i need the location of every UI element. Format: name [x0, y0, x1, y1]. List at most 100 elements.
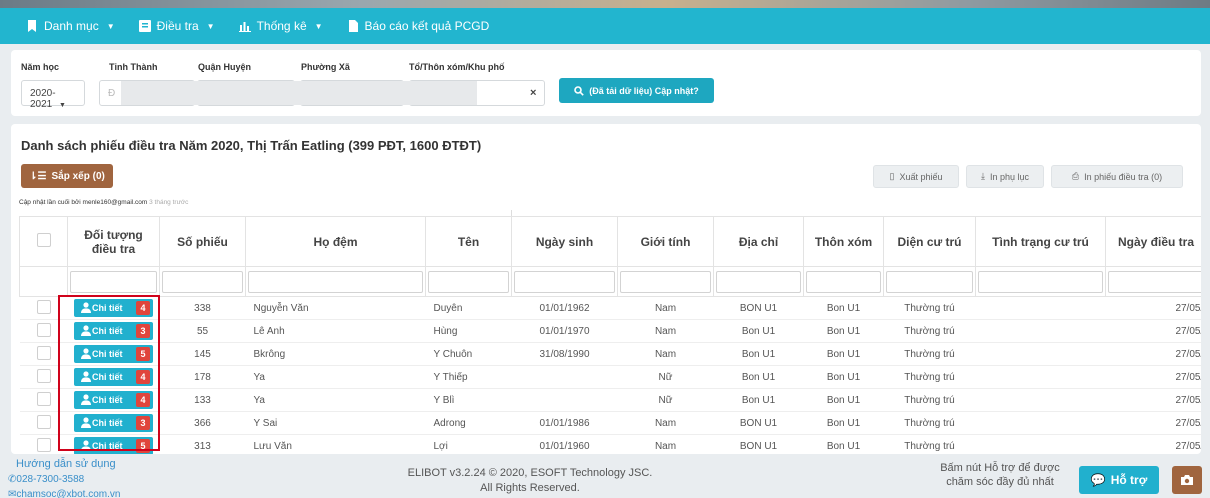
support-button[interactable]: 💬 Hỗ trợ — [1079, 466, 1159, 494]
file-icon: ▯ — [889, 171, 895, 181]
row-checkbox[interactable] — [36, 368, 51, 383]
help-link[interactable]: Hướng dẫn sử dụng — [16, 458, 116, 470]
sort-button-label: Sắp xếp (0) — [51, 170, 105, 182]
cell-ten: Y Thiếp — [425, 365, 512, 389]
row-checkbox[interactable] — [36, 437, 51, 452]
caret-down-icon: ▼ — [106, 21, 115, 31]
nav-label: Danh mục — [44, 19, 99, 33]
row-checkbox-cell — [19, 296, 68, 320]
bar-chart-icon — [238, 22, 251, 32]
column-filter-input[interactable] — [514, 270, 615, 293]
redacted-area — [121, 81, 477, 105]
camera-button[interactable] — [1172, 466, 1202, 494]
print-appendix-button[interactable]: ⤓ In phụ lục — [966, 165, 1044, 188]
cell-dien-cu-tru: Thường trú — [883, 296, 976, 320]
select-all-checkbox[interactable] — [36, 233, 51, 247]
detail-button[interactable]: Chi tiết 4 — [74, 391, 153, 409]
cell-ho-dem: Ya — [245, 388, 426, 412]
cell-thon-xom: Bon U1 — [803, 411, 884, 435]
column-header[interactable]: Ngày điều tra — [1105, 216, 1201, 267]
cell-gioi-tinh: Nam — [617, 434, 714, 454]
row-checkbox[interactable] — [36, 391, 51, 406]
clear-icon[interactable]: × — [530, 87, 536, 99]
table-header-row: Đối tượng điều tra Số phiếu Họ đệm Tên N… — [19, 216, 1201, 267]
print-survey-button[interactable]: ⎙ In phiếu điều tra (0) — [1051, 165, 1183, 188]
column-filter-input[interactable] — [620, 270, 711, 293]
column-header[interactable]: Tên — [425, 216, 512, 267]
phone-contact[interactable]: ✆028-7300-3588 — [8, 474, 84, 485]
copyright-line-2: All Rights Reserved. — [480, 482, 580, 494]
table-row[interactable]: Chi tiết 4 133 Ya Y Blì Nữ Bon U1 Bon U1 Thường … — [19, 388, 1201, 412]
table-row[interactable]: Chi tiết 3 366 Y Sai Adrong 01/01/1986 Nam BON … — [19, 411, 1201, 435]
cell-thon-xom: Bon U1 — [803, 296, 884, 320]
export-button-label: Xuất phiếu — [899, 171, 943, 182]
row-checkbox[interactable] — [36, 322, 51, 337]
province-value: Đ — [108, 88, 116, 99]
column-header[interactable]: Địa chỉ — [713, 216, 804, 267]
select-all-header — [19, 216, 68, 267]
cell-ngay-dieu-tra: 27/05/2020 — [1105, 365, 1201, 389]
nav-thong-ke[interactable]: Thống kê ▼ — [238, 19, 323, 33]
row-checkbox[interactable] — [36, 345, 51, 360]
row-checkbox[interactable] — [36, 414, 51, 429]
cell-so-phieu: 133 — [159, 388, 246, 412]
detail-button[interactable]: Chi tiết 3 — [74, 414, 153, 432]
school-year-select[interactable]: 2020-2021 ▼ — [21, 80, 85, 110]
updated-by: Cập nhật lần cuối bởi menle160@gmail.com — [19, 199, 148, 206]
copyright-line-1: ELIBOT v3.2.24 © 2020, ESOFT Technology … — [407, 467, 653, 479]
detail-button[interactable]: Chi tiết 3 — [74, 322, 153, 340]
table-row[interactable]: Chi tiết 5 145 Bkrông Y Chuôn 31/08/1990 Nam Bo… — [19, 342, 1201, 366]
detail-button[interactable]: Chi tiết 5 — [74, 437, 153, 454]
nav-danh-muc[interactable]: Danh mục ▼ — [26, 19, 115, 33]
column-filter-input[interactable] — [1108, 270, 1201, 293]
email-contact[interactable]: ✉chamsoc@xbot.com.vn — [8, 489, 120, 498]
detail-button[interactable]: Chi tiết 4 — [74, 299, 153, 317]
cell-ngay-sinh — [511, 365, 618, 389]
column-filter-input[interactable] — [886, 270, 973, 293]
detail-button[interactable]: Chi tiết 4 — [74, 368, 153, 386]
column-header[interactable]: Họ đệm — [245, 216, 426, 267]
member-count-badge: 4 — [136, 370, 150, 384]
last-updated-note: Cập nhật lần cuối bởi menle160@gmail.com… — [19, 199, 188, 206]
column-header[interactable]: Số phiếu — [159, 216, 246, 267]
filter-panel: Năm học Tỉnh Thành Quận Huyện Phường Xã … — [11, 50, 1201, 116]
detail-label: Chi tiết — [92, 349, 123, 359]
column-header[interactable]: Giới tính — [617, 216, 714, 267]
column-filter-input[interactable] — [70, 270, 157, 293]
column-filter-input[interactable] — [806, 270, 881, 293]
column-filter-input[interactable] — [248, 270, 423, 293]
nav-bao-cao[interactable]: Báo cáo kết quả PCGD — [347, 19, 489, 33]
update-data-button[interactable]: (Đã tải dữ liệu) Cập nhật? — [559, 78, 714, 103]
sort-button[interactable]: ⇂☰ Sắp xếp (0) — [21, 164, 113, 188]
column-filter-input[interactable] — [716, 270, 801, 293]
cell-gioi-tinh: Nam — [617, 342, 714, 366]
nav-label: Điều tra — [156, 19, 199, 33]
detail-cell: Chi tiết 3 — [67, 319, 160, 343]
filter-cell — [803, 266, 884, 297]
table-row[interactable]: Chi tiết 5 313 Lưu Văn Lợi 01/01/1960 Nam BON U… — [19, 434, 1201, 454]
filter-cell — [425, 266, 512, 297]
main-navbar: Danh mục ▼ Điều tra ▼ Thống kê ▼ Báo cáo… — [0, 8, 1210, 44]
cell-ngay-dieu-tra: 27/05/2020 — [1105, 319, 1201, 343]
filter-cell — [883, 266, 976, 297]
detail-button[interactable]: Chi tiết 5 — [74, 345, 153, 363]
column-header[interactable]: Đối tượng điều tra — [67, 216, 160, 267]
column-filter-input[interactable] — [162, 270, 243, 293]
row-checkbox[interactable] — [36, 299, 51, 314]
table-row[interactable]: Chi tiết 3 55 Lê Anh Hùng 01/01/1970 Nam Bon U1… — [19, 319, 1201, 343]
cell-tinh-trang — [975, 296, 1106, 320]
column-header[interactable]: Tình trạng cư trú — [975, 216, 1106, 267]
table-row[interactable]: Chi tiết 4 178 Ya Y Thiếp Nữ Bon U1 Bon U1 Thườn… — [19, 365, 1201, 389]
column-filter-input[interactable] — [978, 270, 1103, 293]
detail-label: Chi tiết — [92, 326, 123, 336]
column-header[interactable]: Thôn xóm — [803, 216, 884, 267]
column-header[interactable]: Ngày sinh — [511, 216, 618, 267]
export-button[interactable]: ▯ Xuất phiếu — [873, 165, 959, 188]
table-row[interactable]: Chi tiết 4 338 Nguyễn Văn Duyên 01/01/1962 Nam… — [19, 296, 1201, 320]
cell-ten: Hùng — [425, 319, 512, 343]
user-icon — [81, 302, 91, 315]
column-filter-input[interactable] — [428, 270, 509, 293]
cell-so-phieu: 178 — [159, 365, 246, 389]
column-header[interactable]: Diện cư trú — [883, 216, 976, 267]
nav-dieu-tra[interactable]: Điều tra ▼ — [138, 19, 215, 33]
